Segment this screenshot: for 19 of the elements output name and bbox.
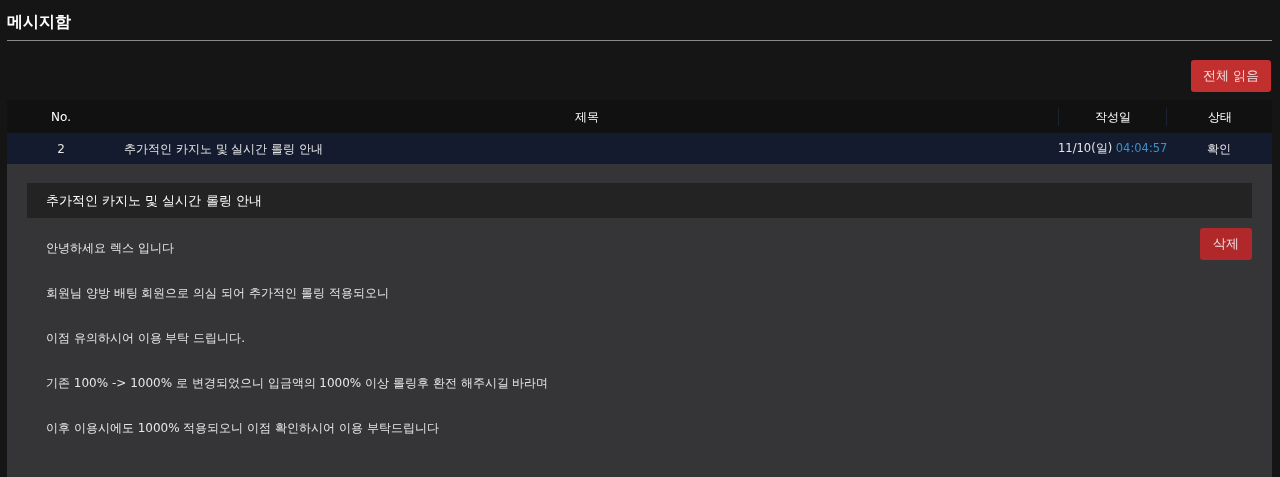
column-header: 상태 [1207, 109, 1232, 124]
message-paragraph: 회원님 양방 배팅 회원으로 의심 되어 추가적인 롤링 적용되오니 [46, 285, 390, 302]
row-time: 04:04:57 [1115, 140, 1168, 155]
column-header: 제목 [574, 109, 599, 124]
column-header: No. [51, 109, 71, 124]
delete-button[interactable]: 삭제 [1200, 228, 1252, 260]
row-number: 2 [57, 141, 65, 156]
column-header: 작성일 [1094, 109, 1131, 124]
page-title: 메시지함 [7, 10, 1272, 41]
read-all-button[interactable]: 전체 읽음 [1190, 60, 1271, 92]
message-paragraph: 이후 이용시에도 1000% 적용되오니 이점 확인하시어 이용 부탁드립니다 [46, 420, 440, 437]
detail-header: 추가적인 카지노 및 실시간 롤링 안내 [27, 183, 1252, 218]
row-status: 확인 [1207, 141, 1231, 156]
row-title: 추가적인 카지노 및 실시간 롤링 안내 [124, 141, 324, 156]
message-paragraph: 안녕하세요 렉스 입니다 [46, 240, 175, 257]
message-row[interactable]: 2 추가적인 카지노 및 실시간 롤링 안내 11/10(일) 04:04:57 확인 [7, 133, 1272, 164]
row-date: 11/10(일) [1058, 140, 1113, 155]
message-paragraph: 기존 100% -> 1000% 로 변경되었으니 입금액의 1000% 이상 롤링후 환전 해주시길 바라며 [46, 375, 549, 392]
message-paragraph: 이점 유의하시어 이용 부탁 드립니다. [46, 330, 247, 347]
